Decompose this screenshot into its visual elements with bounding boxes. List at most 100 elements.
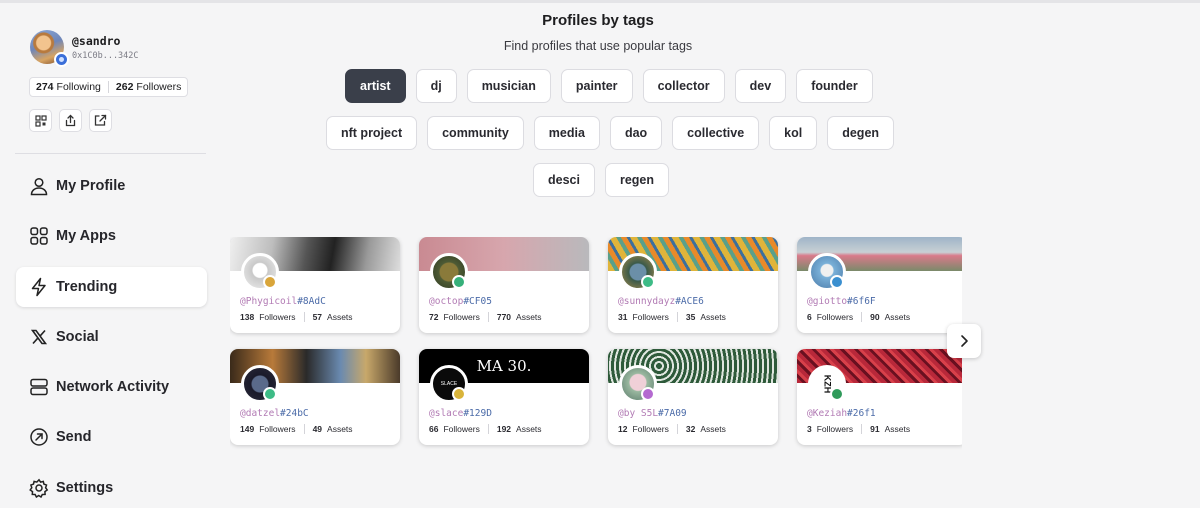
card-assets-label: Assets [884, 424, 911, 434]
card-followers-count: 72 [429, 312, 439, 322]
sidebar-item-label: Network Activity [56, 379, 170, 396]
card-assets-count: 91 [870, 424, 880, 434]
qr-code-button[interactable] [29, 109, 52, 132]
card-handle[interactable]: @Phygicoil [240, 296, 297, 307]
card-assets-count: 49 [312, 424, 323, 434]
sidebar-nav: My Profile My Apps Trending Social Netwo… [16, 166, 207, 508]
card-assets-count: 57 [312, 312, 323, 322]
sidebar-item-my-apps[interactable]: My Apps [16, 216, 207, 256]
card-assets-label: Assets [327, 312, 353, 322]
card-followers-label: Followers [632, 312, 669, 322]
card-handle[interactable]: @octop [429, 296, 463, 307]
card-followers-count: 31 [618, 312, 628, 322]
tag-row-2: nft project community media dao collecti… [326, 116, 895, 150]
sidebar-item-my-profile[interactable]: My Profile [16, 166, 207, 206]
sidebar-item-send[interactable]: Send [16, 417, 207, 457]
profile-card[interactable]: @giotto#6f6F 6 Followers 90 Assets [797, 237, 962, 333]
follow-divider [107, 81, 109, 93]
chevron-right-icon [961, 335, 968, 347]
tag-artist[interactable]: artist [345, 69, 406, 103]
profile-card[interactable]: KZH @Keziah#26f1 3 Followers 91 Assets [797, 349, 962, 445]
card-followers-count: 138 [240, 312, 255, 322]
card-followers-label: Followers [816, 312, 854, 322]
card-followers-label: Followers [816, 424, 854, 434]
card-followers-count: 66 [429, 424, 439, 434]
sidebar-item-network-activity[interactable]: Network Activity [16, 367, 207, 407]
card-handle[interactable]: @Keziah [807, 408, 847, 419]
card-handle[interactable]: @giotto [807, 296, 847, 307]
followers-label[interactable]: Followers [136, 81, 181, 93]
tag-painter[interactable]: painter [560, 69, 633, 103]
sidebar-item-settings[interactable]: Settings [16, 468, 207, 508]
sidebar-item-label: Send [56, 429, 92, 446]
user-icon [29, 176, 49, 196]
share-button[interactable] [59, 109, 82, 132]
sidebar: @sandro 0x1C0b...342C 274 Following 262 … [0, 3, 215, 508]
tag-nft-project[interactable]: nft project [326, 116, 418, 150]
profile-card[interactable]: @octop#CF05 72 Followers 770 Assets [419, 237, 589, 333]
card-handle-tag: #CF05 [463, 296, 492, 307]
card-assets-label: Assets [516, 424, 542, 434]
sidebar-item-trending[interactable]: Trending [16, 266, 207, 307]
card-followers-label: Followers [259, 424, 296, 434]
external-link-icon [94, 114, 107, 126]
sidebar-item-label: My Profile [56, 178, 126, 194]
tag-collective[interactable]: collective [672, 116, 760, 150]
lightning-icon [29, 277, 49, 297]
card-assets-label: Assets [327, 424, 353, 434]
profile-card[interactable]: @datzel#24bC 149 Followers 49 Assets [230, 349, 400, 445]
tag-row-3: desci regen [533, 163, 670, 197]
server-icon [29, 377, 49, 397]
card-assets-label: Assets [700, 424, 726, 434]
profile-card[interactable]: @by S5L#7A09 12 Followers 32 Assets [608, 349, 778, 445]
profile-card[interactable]: @Phygicoil#8AdC 138 Followers 57 Assets [230, 237, 400, 333]
gear-icon [29, 478, 49, 498]
carousel-next-button[interactable] [947, 324, 981, 358]
tag-collector[interactable]: collector [642, 69, 725, 103]
profile-card[interactable]: @sunnydayz#ACE6 31 Followers 35 Assets [608, 237, 778, 333]
sidebar-item-label: Trending [56, 278, 118, 295]
tag-desci[interactable]: desci [533, 163, 595, 197]
card-handle-tag: #7A09 [658, 408, 687, 419]
card-followers-count: 6 [807, 312, 812, 322]
card-badge-icon [452, 387, 466, 401]
tag-dao[interactable]: dao [609, 116, 663, 150]
tag-media[interactable]: media [533, 116, 600, 150]
card-followers-count: 149 [240, 424, 255, 434]
tag-kol[interactable]: kol [769, 116, 818, 150]
card-badge-icon [830, 275, 844, 289]
sidebar-item-label: My Apps [56, 228, 116, 245]
card-assets-label: Assets [516, 312, 542, 322]
avatar-text: SLACE [440, 381, 458, 387]
tag-dev[interactable]: dev [734, 69, 787, 103]
card-handle[interactable]: @slace [429, 408, 463, 419]
card-handle-tag: #6f6F [847, 296, 876, 307]
card-handle-tag: #8AdC [297, 296, 326, 307]
page-title: Profiles by tags [542, 12, 654, 29]
tag-regen[interactable]: regen [604, 163, 670, 197]
tag-dj[interactable]: dj [415, 69, 457, 103]
card-followers-label: Followers [443, 424, 480, 434]
qr-code-icon [34, 114, 47, 127]
profile-card[interactable]: MA 30. SLACE @slace#129D 66 Followers 192 A… [419, 349, 589, 445]
card-handle[interactable]: @sunnydayz [618, 296, 675, 307]
sidebar-item-social[interactable]: Social [16, 317, 207, 357]
tag-degen[interactable]: degen [827, 116, 895, 150]
share-icon [65, 114, 76, 127]
apps-grid-icon [29, 226, 49, 246]
card-handle[interactable]: @by S5L [618, 408, 658, 419]
tag-musician[interactable]: musician [466, 69, 551, 103]
card-badge-icon [452, 275, 466, 289]
card-assets-count: 192 [496, 424, 512, 434]
card-assets-label: Assets [884, 312, 911, 322]
tag-founder[interactable]: founder [796, 69, 873, 103]
following-label[interactable]: Following [57, 81, 101, 93]
card-assets-count: 32 [685, 424, 696, 434]
card-handle-tag: #ACE6 [675, 296, 704, 307]
card-handle[interactable]: @datzel [240, 408, 280, 419]
card-followers-count: 3 [807, 424, 812, 434]
open-external-button[interactable] [89, 109, 112, 132]
profile-cards-carousel: @Phygicoil#8AdC 138 Followers 57 Assets @oc… [230, 237, 962, 457]
tag-community[interactable]: community [427, 116, 524, 150]
avatar-badge-icon [54, 52, 69, 67]
